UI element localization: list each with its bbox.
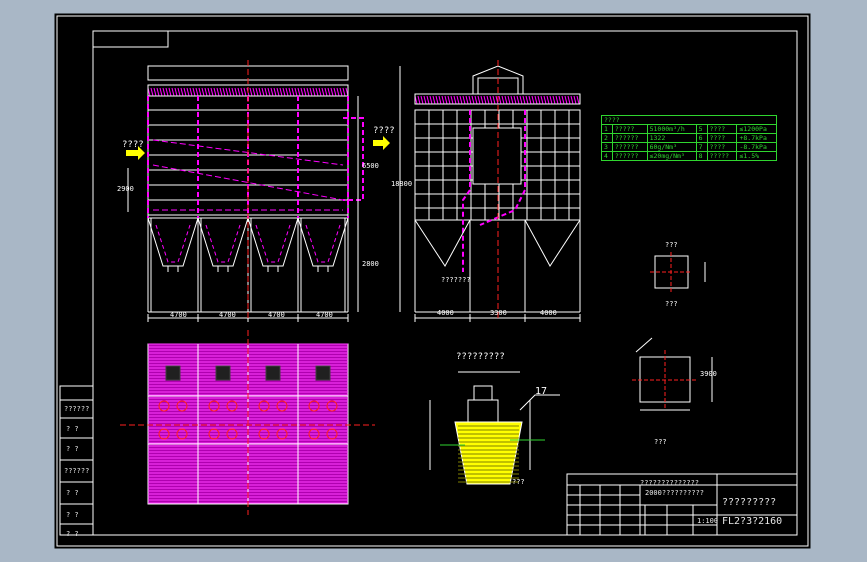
spec-cell: 8 xyxy=(695,151,708,161)
title-block-code: FL2?3?2160 xyxy=(722,516,783,527)
frame-label-top: ??? xyxy=(665,300,678,308)
title-block-scale: 1:100 xyxy=(697,517,719,525)
left-panel-row-4: ?????? xyxy=(64,467,90,475)
dim-left-2: 4700 xyxy=(219,311,236,319)
spec-cell: 60g/Nm³ xyxy=(646,142,697,152)
drawing-canvas[interactable] xyxy=(0,0,867,562)
company-line-1: ?????????????? xyxy=(640,479,700,487)
spec-header: ???? xyxy=(601,115,777,125)
plan-grid-block xyxy=(165,365,181,381)
spec-cell: 3 xyxy=(601,142,613,152)
spec-cell: ????? xyxy=(611,124,648,134)
left-panel-row-1: ?????? xyxy=(64,405,90,413)
anchor-plate xyxy=(467,399,499,423)
spec-cell: ?????? xyxy=(611,151,648,161)
spec-cell: ?????? xyxy=(611,142,648,152)
spec-cell: ?????? xyxy=(611,133,648,143)
left-panel-row-3: ? ? xyxy=(66,445,79,453)
left-panel-row-7: ? ? xyxy=(66,530,79,538)
left-panel-row-5: ? ? xyxy=(66,489,79,497)
plan-grid-block xyxy=(315,365,331,381)
spec-cell: ≤1.5% xyxy=(736,151,777,161)
plan-grid-block xyxy=(265,365,281,381)
spec-cell: 1 xyxy=(601,124,613,134)
frame-label-bottom: ??? xyxy=(654,438,667,446)
dim-side-3: 4000 xyxy=(540,309,557,317)
dim-left-3: 4700 xyxy=(268,311,285,319)
spec-row: 1????? 51000m³/h 5???? ≤1200Pa xyxy=(601,124,777,134)
spec-cell: ????? xyxy=(706,151,738,161)
inlet-label-left: ???? xyxy=(122,140,144,150)
spec-cell: 7 xyxy=(695,142,708,152)
spec-cell: ≤1200Pa xyxy=(736,124,777,134)
spec-row: 2?????? 1322 6???? +8.7kPa xyxy=(601,133,777,143)
spec-cell: ≤20mg/Nm³ xyxy=(646,151,697,161)
center-duct xyxy=(472,127,522,185)
spec-row: 4?????? ≤20mg/Nm³ 8????? ≤1.5% xyxy=(601,151,777,161)
dim-left-h3: 2800 xyxy=(362,260,379,268)
spec-cell: 6 xyxy=(695,133,708,143)
detail-callout: 17 xyxy=(535,386,548,397)
detail-cap-label: ??? xyxy=(512,478,525,486)
spec-row: 3?????? 60g/Nm³ 7???? -8.7kPa xyxy=(601,142,777,152)
foundation-detail xyxy=(454,421,523,485)
spec-cell: ???? xyxy=(706,142,738,152)
detail-title: ????????? xyxy=(456,352,505,362)
dim-left-4: 4700 xyxy=(316,311,333,319)
dim-frame-large: 3900 xyxy=(700,370,717,378)
spec-cell: 5 xyxy=(695,124,708,134)
plan-grid-block xyxy=(215,365,231,381)
left-panel-row-2: ? ? xyxy=(66,425,79,433)
spec-cell: 4 xyxy=(601,151,613,161)
spec-cell: 51000m³/h xyxy=(646,124,697,134)
dim-side-1: 4000 xyxy=(437,309,454,317)
dim-frame-small: ??? xyxy=(665,241,678,249)
inlet-label-right: ???? xyxy=(373,126,395,136)
dim-side-2: 3300 xyxy=(490,309,507,317)
spec-cell: ???? xyxy=(706,133,738,143)
spec-cell: 2 xyxy=(601,133,613,143)
cad-viewport[interactable]: ???? ???? ??????? ????????? 17 ??? ??? ?… xyxy=(0,0,867,562)
side-note: ??????? xyxy=(441,276,471,284)
left-panel-row-6: ? ? xyxy=(66,511,79,519)
anchor-column xyxy=(473,385,493,401)
spec-table: ???? 1????? 51000m³/h 5???? ≤1200Pa 2?????… xyxy=(601,115,777,161)
dim-left-height: 2900 xyxy=(117,185,134,193)
title-block-name: ????????? xyxy=(722,497,777,508)
spec-cell: -8.7kPa xyxy=(736,142,777,152)
dim-left-h2: 6500 xyxy=(362,162,379,170)
dim-side-h: 18800 xyxy=(391,180,413,188)
spec-cell: ???? xyxy=(706,124,738,134)
company-line-2: 2000?????????? xyxy=(645,489,705,497)
spec-cell: +8.7kPa xyxy=(736,133,777,143)
dim-left-1: 4700 xyxy=(170,311,187,319)
spec-cell: 1322 xyxy=(646,133,697,143)
